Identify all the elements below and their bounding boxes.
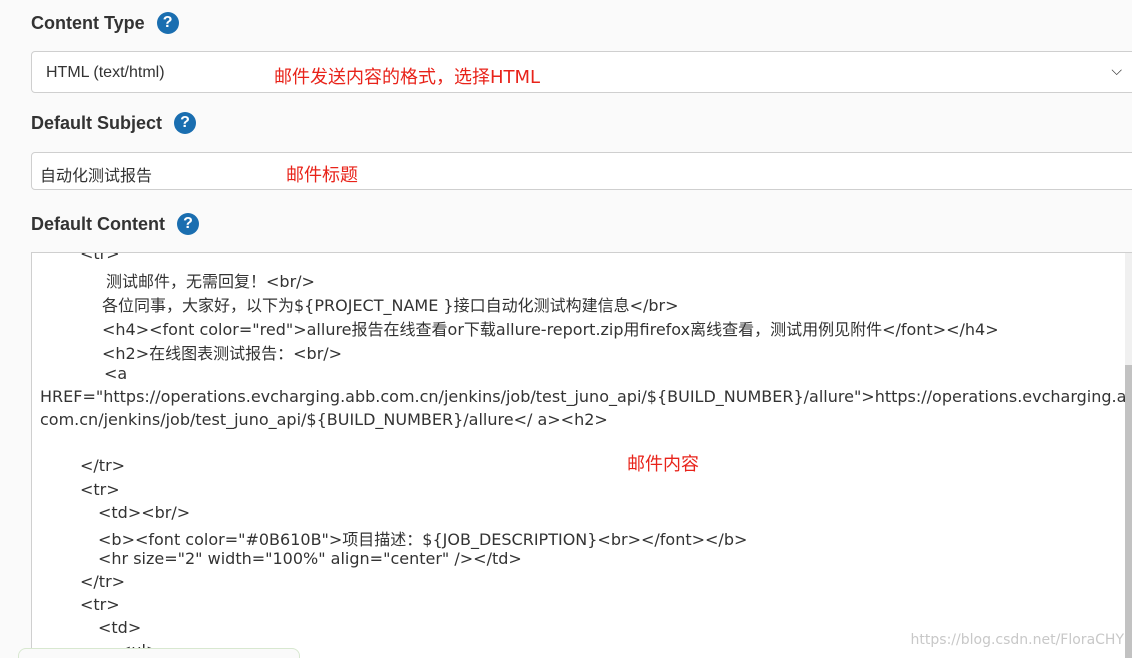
default-subject-input[interactable]: 自动化测试报告	[31, 152, 1132, 190]
code-line: com.cn/jenkins/job/test_juno_api/${BUILD…	[40, 410, 608, 429]
help-icon[interactable]: ?	[174, 112, 197, 134]
code-line: <tr>	[80, 595, 120, 614]
default-subject-value: 自动化测试报告	[40, 166, 153, 185]
content-type-label: Content Type ?	[31, 12, 179, 34]
default-content-label-text: Default Content	[31, 213, 165, 234]
default-subject-label-text: Default Subject	[31, 112, 163, 133]
chevron-down-icon[interactable]: ⌵	[1111, 62, 1122, 79]
code-line: <tr>	[80, 480, 120, 499]
code-line: 各位同事，大家好，以下为${PROJECT_NAME }接口自动化测试构建信息<…	[102, 296, 679, 315]
default-content-label: Default Content ?	[31, 213, 199, 235]
code-line: <h4><font color="red">allure报告在线查看or下载al…	[102, 320, 999, 339]
default-subject-label: Default Subject ?	[31, 112, 197, 134]
code-line: 测试邮件，无需回复！<br/>	[106, 272, 315, 291]
code-line: <td>	[98, 618, 142, 637]
content-type-annotation: 邮件发送内容的格式，选择HTML	[274, 67, 541, 88]
help-icon[interactable]: ?	[177, 213, 199, 235]
content-type-selected-value: HTML (text/html)	[46, 64, 165, 81]
code-line: <td><br/>	[98, 503, 191, 522]
code-line: <tr>	[80, 252, 120, 263]
bottom-tab	[18, 648, 300, 658]
watermark: https://blog.csdn.net/FloraCHY	[910, 632, 1124, 648]
page: Content Type ? HTML (text/html) ⌵ 邮件发送内容…	[0, 0, 1132, 658]
code-line: </tr>	[80, 456, 126, 475]
code-line: <h2>在线图表测试报告：<br/>	[102, 344, 343, 363]
code-line: <hr size="2" width="100%" align="center"…	[98, 549, 522, 568]
code-line: <b><font color="#0B610B">项目描述：${JOB_DESC…	[98, 530, 748, 549]
content-type-select[interactable]: HTML (text/html) ⌵	[31, 51, 1132, 93]
default-subject-annotation: 邮件标题	[286, 165, 358, 186]
code-line: <a	[104, 364, 128, 383]
code-line: HREF="https://operations.evcharging.abb.…	[40, 387, 1132, 406]
default-content-annotation: 邮件内容	[627, 454, 699, 475]
help-icon[interactable]: ?	[156, 12, 179, 34]
content-type-label-text: Content Type	[31, 12, 145, 33]
scrollbar-thumb[interactable]	[1125, 365, 1132, 658]
code-line: </tr>	[80, 572, 126, 591]
default-content-textarea[interactable]: <tr> 测试邮件，无需回复！<br/> 各位同事，大家好，以下为${PROJE…	[31, 252, 1132, 658]
